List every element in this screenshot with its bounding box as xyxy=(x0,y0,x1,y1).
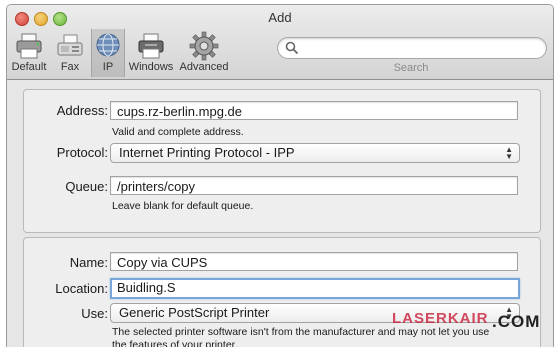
location-field[interactable]: Buidling.S xyxy=(110,278,520,299)
search-label: Search xyxy=(393,62,429,74)
gear-icon xyxy=(189,31,219,61)
title-bar: Add Default Fax IP Windows Advanced Sear… xyxy=(7,5,553,80)
add-printer-window: Add Default Fax IP Windows Advanced Sear… xyxy=(6,4,554,347)
window-title: Add xyxy=(268,10,292,25)
toolbar-ip-button[interactable]: IP xyxy=(91,29,125,77)
use-hint-line1: The selected printer software isn't from… xyxy=(112,326,490,338)
printer-panel: Name: Copy via CUPS Location: Buidling.S… xyxy=(23,237,541,347)
globe-icon xyxy=(96,33,120,57)
toolbar-label: Windows xyxy=(128,61,174,73)
toolbar-fax-button[interactable]: Fax xyxy=(53,29,87,77)
queue-field[interactable]: /printers/copy xyxy=(110,176,518,195)
name-field[interactable]: Copy via CUPS xyxy=(110,252,518,271)
toolbar-label: Advanced xyxy=(179,61,229,73)
toolbar-label: Default xyxy=(11,61,47,73)
use-label: Use: xyxy=(81,306,108,321)
search-icon xyxy=(285,41,299,55)
toolbar-windows-button[interactable]: Windows xyxy=(127,29,175,77)
select-arrows-icon: ▲ ▼ xyxy=(505,145,513,161)
address-hint: Valid and complete address. xyxy=(112,126,244,138)
name-label: Name: xyxy=(69,255,108,270)
toolbar-label: IP xyxy=(102,61,114,73)
queue-hint: Leave blank for default queue. xyxy=(112,200,254,212)
windows-printer-icon xyxy=(138,33,164,59)
fax-icon xyxy=(57,34,83,56)
toolbar-label: Fax xyxy=(60,61,80,73)
address-field[interactable]: cups.rz-berlin.mpg.de xyxy=(110,101,518,120)
default-printer-icon xyxy=(16,33,42,59)
toolbar-advanced-button[interactable]: Advanced xyxy=(177,29,231,77)
queue-label: Queue: xyxy=(65,179,108,194)
protocol-value: Internet Printing Protocol - IPP xyxy=(119,145,295,160)
watermark-text: LASERKAIR xyxy=(392,310,489,327)
search-field[interactable] xyxy=(277,37,547,59)
use-value: Generic PostScript Printer xyxy=(119,305,270,320)
address-label: Address: xyxy=(56,103,108,118)
watermark-suffix: .COM xyxy=(492,312,541,331)
location-label: Location: xyxy=(55,281,108,296)
protocol-select[interactable]: Internet Printing Protocol - IPP ▲ ▼ xyxy=(110,143,520,163)
protocol-label: Protocol: xyxy=(56,145,108,160)
toolbar-default-button[interactable]: Default xyxy=(9,29,49,77)
connection-panel: Address: cups.rz-berlin.mpg.de Valid and… xyxy=(23,89,541,233)
